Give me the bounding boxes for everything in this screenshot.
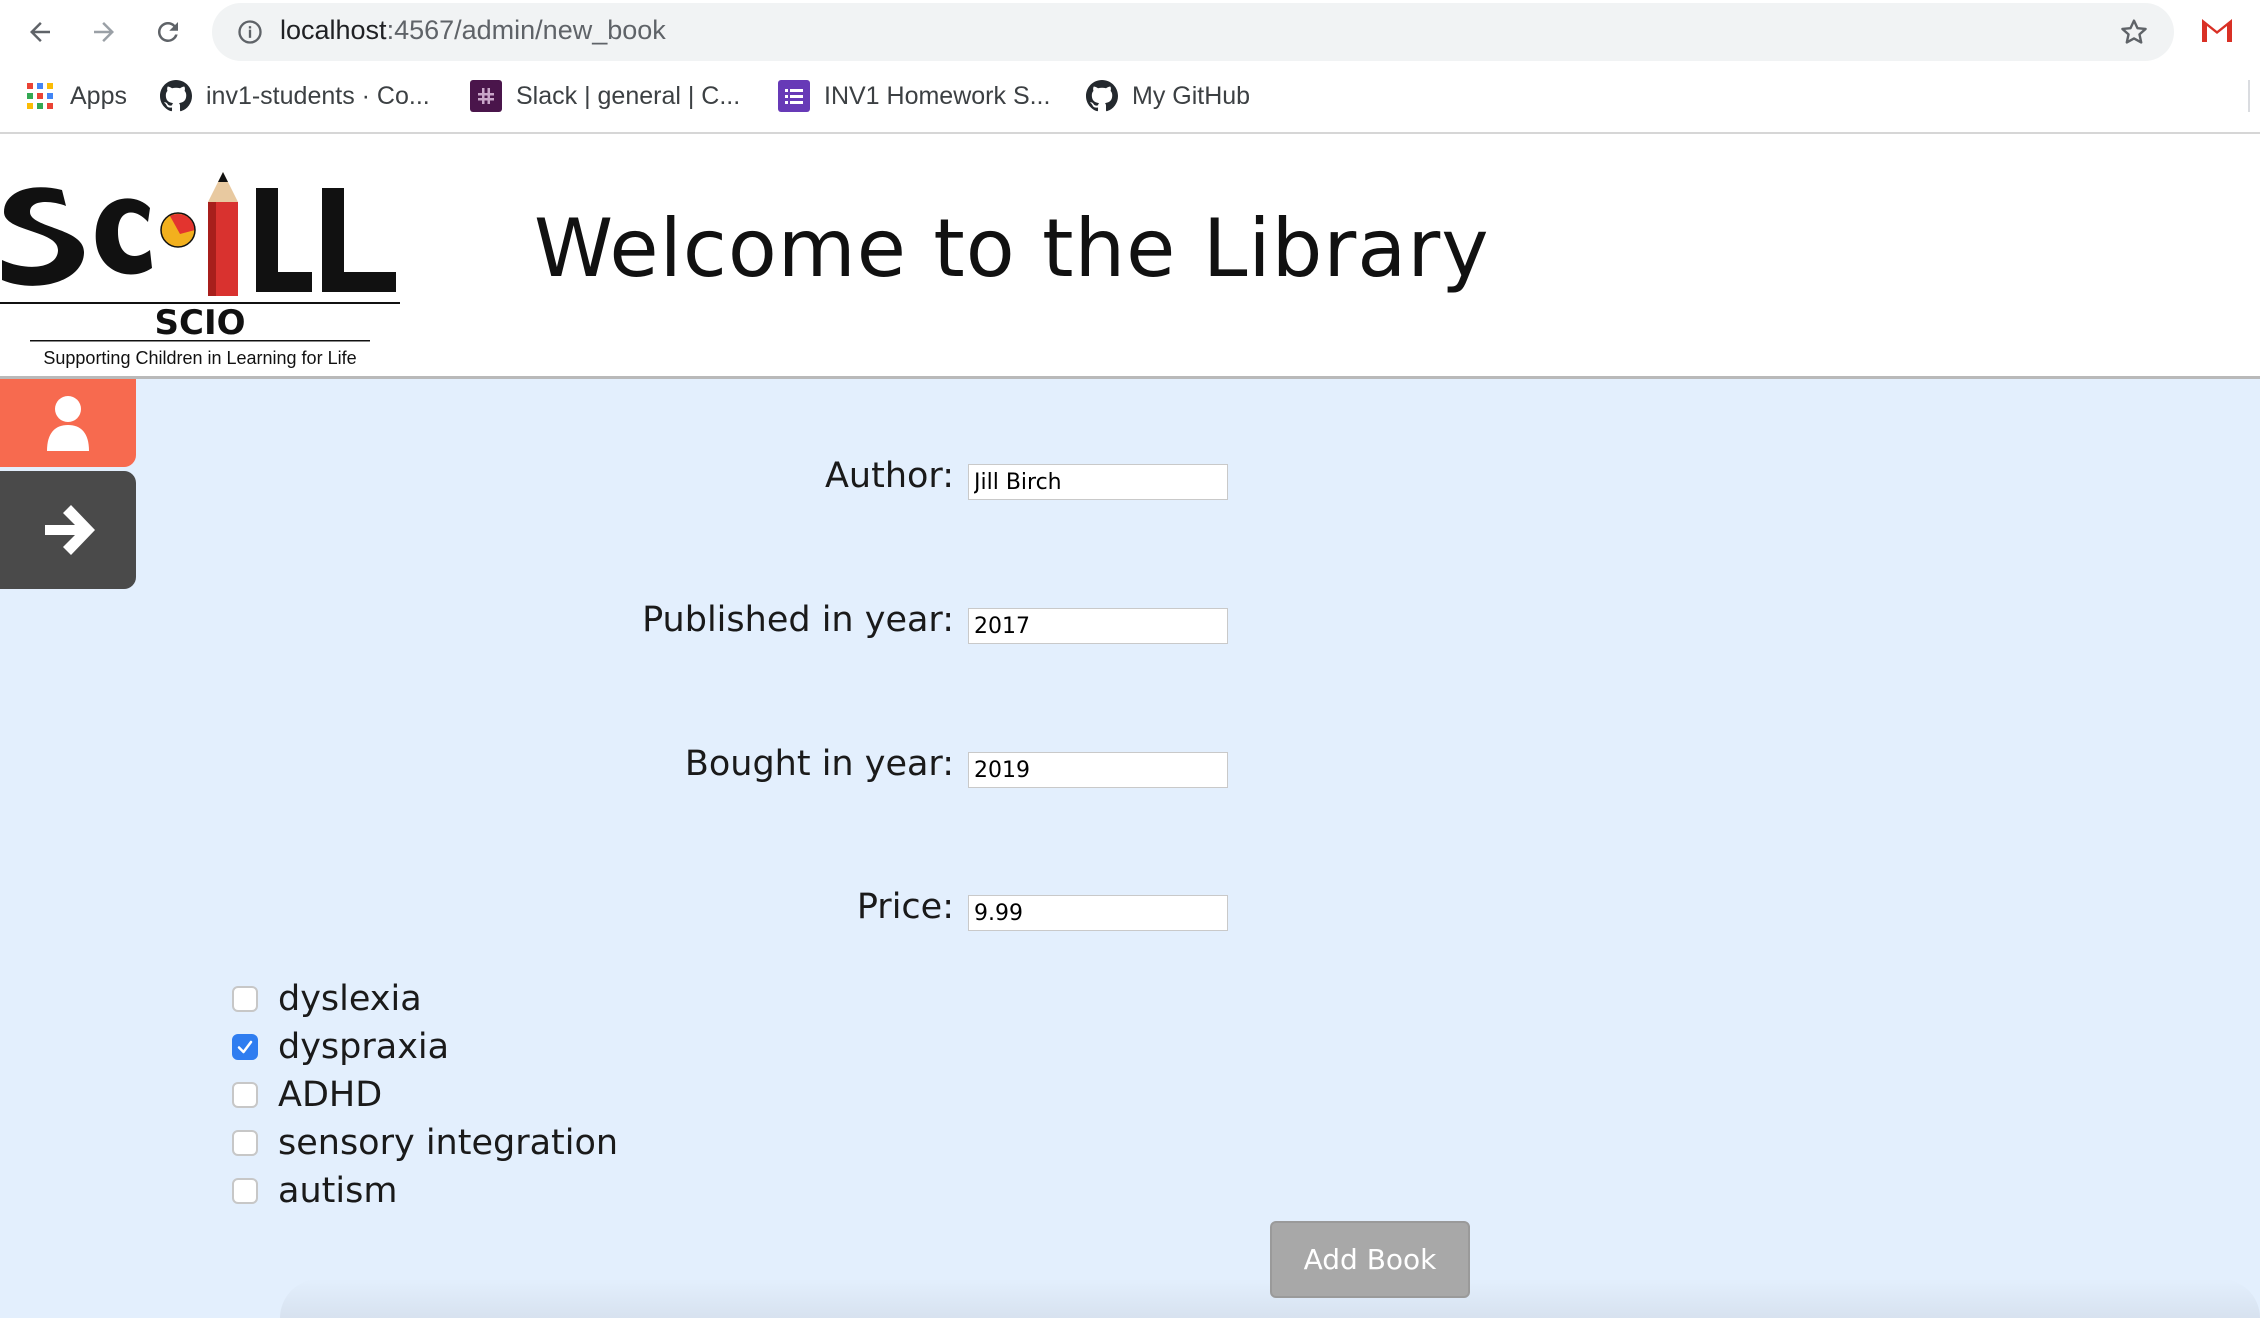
checkbox-row-dyslexia[interactable]: dyslexia [232, 979, 832, 1019]
checkbox-row-autism[interactable]: autism [232, 1171, 832, 1211]
author-input[interactable] [968, 464, 1228, 500]
published-year-input[interactable] [968, 608, 1228, 644]
forward-button[interactable] [82, 10, 126, 54]
sidebar-user-button[interactable] [0, 379, 136, 467]
price-input[interactable] [968, 895, 1228, 931]
author-row: Author: [0, 456, 1300, 502]
bought-year-label: Bought in year: [684, 744, 954, 784]
bought-year-input[interactable] [968, 752, 1228, 788]
bookmark-label: INV1 Homework S... [824, 81, 1051, 110]
arrow-right-icon [94, 22, 114, 42]
add-book-button[interactable]: Add Book [1270, 1221, 1470, 1298]
checkbox-label: dyspraxia [278, 1027, 450, 1067]
forms-icon [778, 80, 810, 112]
checkbox-label: ADHD [278, 1075, 383, 1115]
info-icon[interactable] [236, 18, 264, 46]
url-path: :4567/admin/new_book [386, 15, 666, 45]
checkbox-row-adhd[interactable]: ADHD [232, 1075, 832, 1115]
bookmark-slack[interactable]: Slack | general | C... [470, 74, 740, 118]
checkbox-row-dyspraxia[interactable]: dyspraxia [232, 1027, 832, 1067]
bookmark-inv1-homework[interactable]: INV1 Homework S... [778, 74, 1050, 118]
bought-year-row: Bought in year: [0, 744, 1300, 790]
checkbox-label: sensory integration [278, 1123, 619, 1163]
bookmark-star-icon[interactable] [2118, 16, 2150, 48]
reload-button[interactable] [146, 10, 190, 54]
github-icon [1086, 80, 1118, 112]
gmail-icon[interactable] [2200, 16, 2234, 44]
user-icon [47, 396, 89, 451]
back-button[interactable] [18, 10, 62, 54]
scill-logo: SCIO Supporting Children in Learning for… [0, 172, 400, 368]
checkbox-label: autism [278, 1171, 398, 1211]
svg-text:SCIO: SCIO [155, 303, 246, 343]
author-label: Author: [824, 456, 954, 496]
checkbox-autism[interactable] [232, 1178, 258, 1204]
bookmark-label: Apps [70, 81, 127, 110]
checkbox-adhd[interactable] [232, 1082, 258, 1108]
bookmark-label: My GitHub [1132, 81, 1251, 110]
url-text[interactable]: localhost:4567/admin/new_book [280, 15, 666, 46]
checkbox-dyslexia[interactable] [232, 986, 258, 1012]
page-title: Welcome to the Library [534, 202, 1490, 295]
checkbox-label: dyslexia [278, 979, 422, 1019]
slack-icon [470, 80, 502, 112]
bookmark-label: inv1-students · Co... [206, 81, 430, 110]
arrow-left-icon [30, 22, 50, 42]
bookmark-apps[interactable]: Apps [24, 74, 127, 118]
bookmark-my-github[interactable]: My GitHub [1086, 74, 1250, 118]
browser-chrome: localhost:4567/admin/new_book Apps inv1-… [0, 0, 2260, 134]
checkbox-dyspraxia[interactable] [232, 1034, 258, 1060]
github-icon [160, 80, 192, 112]
checkbox-sensory-integration[interactable] [232, 1130, 258, 1156]
address-bar[interactable]: localhost:4567/admin/new_book [212, 3, 2174, 61]
published-year-label: Published in year: [642, 600, 954, 640]
url-host: localhost [280, 15, 387, 45]
reload-icon [157, 21, 178, 42]
checkbox-row-sensory-integration[interactable]: sensory integration [232, 1123, 832, 1163]
price-label: Price: [856, 887, 954, 927]
bookmarks-bar: Apps inv1-students · Co... Slack | gener… [0, 74, 2260, 118]
svg-text:Supporting Children in Learnin: Supporting Children in Learning for Life [43, 348, 356, 368]
published-year-row: Published in year: [0, 600, 1300, 646]
page-header: SCIO Supporting Children in Learning for… [0, 136, 2260, 376]
bookmarks-divider [2248, 80, 2250, 112]
checkmark-icon [237, 1040, 253, 1054]
apps-grid-icon [24, 80, 56, 112]
main-content: Author: Published in year: Bought in yea… [0, 379, 2260, 1318]
arrow-right-icon [45, 505, 95, 555]
price-row: Price: [0, 887, 1300, 933]
bookmark-inv1-students[interactable]: inv1-students · Co... [160, 74, 430, 118]
bookmark-label: Slack | general | C... [516, 81, 741, 110]
